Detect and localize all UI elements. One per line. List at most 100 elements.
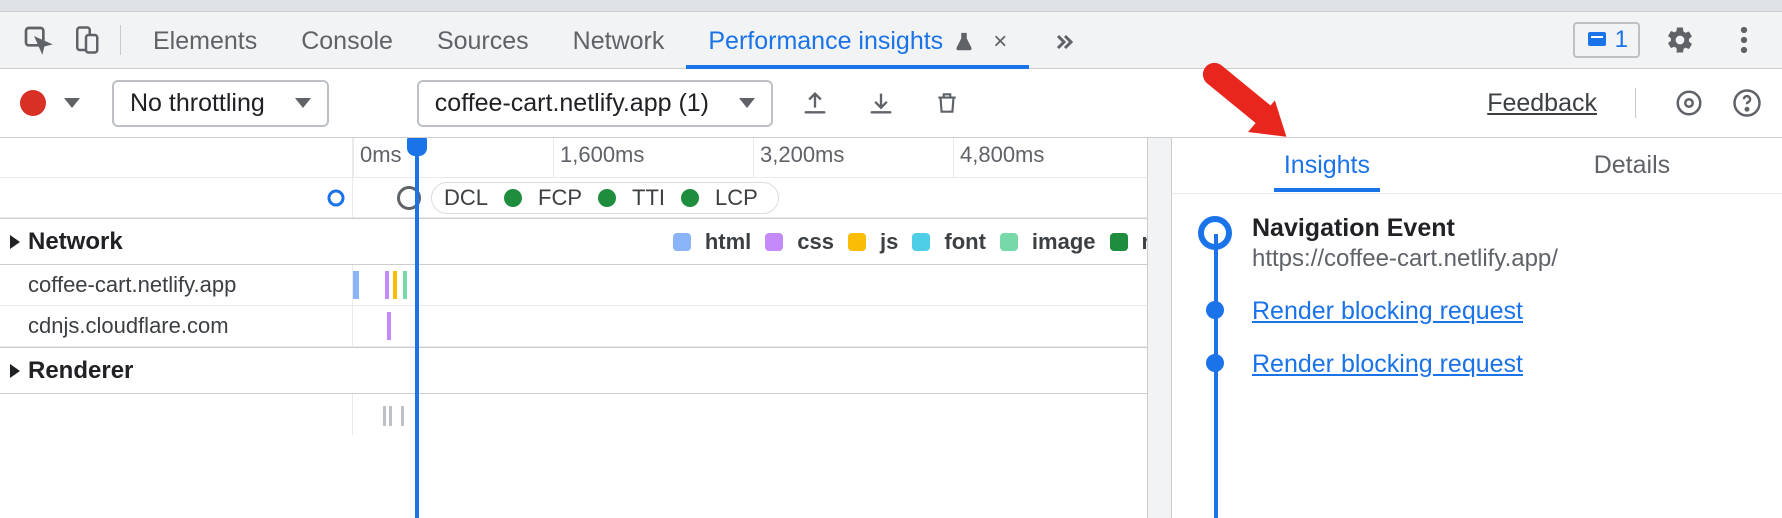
- export-button[interactable]: [791, 79, 839, 127]
- legend-label: font: [944, 229, 986, 255]
- section-network-header[interactable]: Network html css js font image media: [0, 218, 1171, 265]
- tab-label: Network: [573, 27, 665, 56]
- tab-performance-insights[interactable]: Performance insights ×: [686, 12, 1029, 69]
- legend-swatch-font: [912, 233, 930, 251]
- network-row[interactable]: coffee-cart.netlify.app: [0, 265, 1171, 306]
- device-toggle-button[interactable]: [62, 16, 110, 64]
- nav-event-url: https://coffee-cart.netlify.app/: [1252, 245, 1558, 273]
- ruler-tick: 4,800ms: [953, 138, 1044, 177]
- timeline-connector-line: [1214, 234, 1218, 518]
- inspect-element-button[interactable]: [14, 16, 62, 64]
- network-row[interactable]: cdnjs.cloudflare.com: [0, 306, 1171, 347]
- legend-swatch-js: [848, 233, 866, 251]
- divider: [1635, 88, 1636, 118]
- chevron-down-icon: [295, 98, 311, 108]
- recording-select[interactable]: coffee-cart.netlify.app (1): [417, 80, 773, 127]
- task-segment[interactable]: [389, 406, 392, 426]
- issues-icon: [1585, 28, 1609, 52]
- network-host-label: coffee-cart.netlify.app: [0, 265, 353, 305]
- tab-label: Elements: [153, 27, 257, 56]
- panel-settings-button[interactable]: [1674, 79, 1704, 127]
- throttling-select[interactable]: No throttling: [112, 80, 329, 127]
- section-label: Network: [28, 228, 123, 256]
- nav-event-title: Navigation Event: [1252, 214, 1558, 243]
- issues-count: 1: [1615, 26, 1628, 54]
- dot-icon: [598, 189, 616, 207]
- circle-marker-icon: [326, 188, 346, 208]
- delete-button[interactable]: [923, 79, 971, 127]
- ruler-tick: 1,600ms: [553, 138, 644, 177]
- renderer-row: [0, 394, 1171, 435]
- chevrons-right-icon: [1051, 30, 1075, 54]
- insight-item[interactable]: Render blocking request: [1198, 297, 1774, 326]
- request-segment[interactable]: [385, 271, 389, 299]
- legend-swatch-css: [765, 233, 783, 251]
- ruler-tick: 3,200ms: [753, 138, 844, 177]
- marker-tti: TTI: [632, 185, 665, 211]
- annotation-arrow-icon: [1200, 60, 1296, 156]
- legend-label: js: [880, 229, 898, 255]
- flask-icon: [953, 31, 975, 53]
- close-icon[interactable]: ×: [993, 28, 1007, 56]
- settings-button[interactable]: [1656, 16, 1704, 64]
- divider: [120, 25, 121, 55]
- task-segment[interactable]: [383, 406, 386, 426]
- legend-label: css: [797, 229, 834, 255]
- playhead-handle[interactable]: [407, 138, 427, 156]
- task-segment[interactable]: [401, 406, 404, 426]
- feedback-link[interactable]: Feedback: [1487, 89, 1597, 118]
- tab-label: Sources: [437, 27, 529, 56]
- tab-label: Performance insights: [708, 27, 943, 56]
- tab-elements[interactable]: Elements: [131, 12, 279, 69]
- insights-body: Navigation Event https://coffee-cart.net…: [1172, 194, 1782, 518]
- issues-button[interactable]: 1: [1573, 22, 1640, 58]
- tab-console[interactable]: Console: [279, 12, 415, 69]
- help-button[interactable]: [1732, 79, 1762, 127]
- legend-swatch-html: [673, 233, 691, 251]
- more-menu-button[interactable]: [1720, 16, 1768, 64]
- disclosure-triangle-icon: [10, 235, 20, 249]
- insight-nav-event[interactable]: Navigation Event https://coffee-cart.net…: [1198, 214, 1774, 273]
- panel-content: 0ms 1,600ms 3,200ms 4,800ms DCL FCP: [0, 138, 1782, 518]
- request-segment[interactable]: [353, 271, 359, 299]
- performance-toolbar: No throttling coffee-cart.netlify.app (1…: [0, 69, 1782, 138]
- network-host-label: cdnjs.cloudflare.com: [0, 306, 353, 346]
- request-segment[interactable]: [387, 312, 391, 340]
- time-ruler[interactable]: 0ms 1,600ms 3,200ms 4,800ms: [0, 138, 1171, 178]
- marker-lcp: LCP: [715, 185, 758, 211]
- dot-icon: [504, 189, 522, 207]
- tab-details[interactable]: Details: [1584, 139, 1680, 192]
- tab-sources[interactable]: Sources: [415, 12, 551, 69]
- tab-network[interactable]: Network: [551, 12, 687, 69]
- timing-markers-pill[interactable]: DCL FCP TTI LCP: [431, 182, 779, 214]
- timeline-pane: 0ms 1,600ms 3,200ms 4,800ms DCL FCP: [0, 138, 1172, 518]
- tab-label: Console: [301, 27, 393, 56]
- ruler-tick: 0ms: [353, 138, 402, 177]
- insight-item[interactable]: Render blocking request: [1198, 350, 1774, 379]
- section-renderer-header[interactable]: Renderer: [0, 347, 1171, 394]
- insight-link[interactable]: Render blocking request: [1252, 350, 1523, 379]
- network-track: [353, 265, 1171, 305]
- request-segment[interactable]: [393, 271, 397, 299]
- legend-label: html: [705, 229, 751, 255]
- record-button[interactable]: [20, 90, 46, 116]
- recording-label: coffee-cart.netlify.app (1): [435, 89, 709, 118]
- playhead-line[interactable]: [415, 138, 419, 518]
- legend-swatch-media: [1110, 233, 1128, 251]
- legend-swatch-image: [1000, 233, 1018, 251]
- marker-dcl: DCL: [444, 185, 488, 211]
- disclosure-triangle-icon: [10, 364, 20, 378]
- dot-icon: [681, 189, 699, 207]
- import-button[interactable]: [857, 79, 905, 127]
- insights-pane: Insights Details Navigation Event https:…: [1172, 138, 1782, 518]
- network-track: [353, 306, 1171, 346]
- throttling-label: No throttling: [130, 89, 265, 118]
- timings-lane: DCL FCP TTI LCP: [0, 178, 1171, 218]
- scrollbar-vertical[interactable]: [1147, 138, 1171, 518]
- chevron-down-icon: [739, 98, 755, 108]
- insight-link[interactable]: Render blocking request: [1252, 297, 1523, 326]
- request-segment[interactable]: [403, 271, 407, 299]
- record-dropdown-button[interactable]: [64, 98, 80, 108]
- more-tabs-button[interactable]: [1029, 12, 1097, 69]
- marker-fcp: FCP: [538, 185, 582, 211]
